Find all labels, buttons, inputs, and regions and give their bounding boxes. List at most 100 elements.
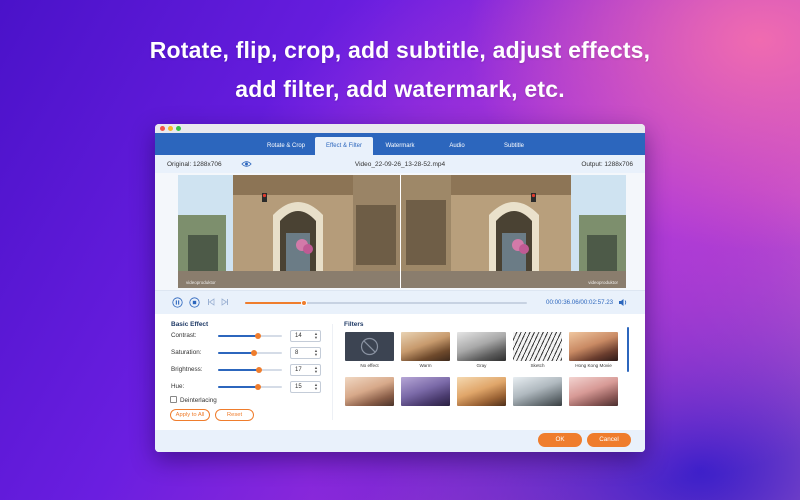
filter-orange[interactable] [457, 377, 506, 406]
saturation-stepper[interactable]: 8 ▲ ▼ [290, 347, 321, 359]
hue-slider[interactable] [218, 384, 282, 390]
next-frame-icon[interactable] [221, 298, 229, 306]
stepper-arrows-icon[interactable]: ▲ ▼ [314, 383, 318, 391]
stepper-arrows-icon[interactable]: ▲ ▼ [314, 366, 318, 374]
seek-handle[interactable] [301, 300, 308, 306]
tab-effect-filter[interactable]: Effect & Filter [315, 137, 373, 155]
seek-bar[interactable] [245, 300, 527, 306]
apply-to-all-button[interactable]: Apply to All [170, 409, 210, 421]
deinterlacing-label: Deinterlacing [180, 397, 217, 404]
saturation-slider[interactable] [218, 350, 282, 356]
headline-line-1: Rotate, flip, crop, add subtitle, adjust… [149, 37, 651, 63]
contrast-slider[interactable] [218, 333, 282, 339]
brightness-slider-handle[interactable] [255, 367, 262, 373]
filter-sketch[interactable]: Sketch [513, 332, 562, 368]
original-preview: videoproduktor [178, 175, 400, 288]
filter-thumbnail [401, 332, 450, 361]
street-scene-image-output [401, 175, 626, 288]
filter-label: Gray [476, 363, 487, 368]
contrast-label: Contrast: [171, 332, 197, 339]
preview-watermark-left: videoproduktor [186, 280, 216, 285]
total-time: 00:02:57.23 [580, 299, 614, 306]
checkbox-icon[interactable] [170, 396, 177, 403]
tab-subtitle[interactable]: Subtitle [490, 137, 538, 155]
filter-no-effect[interactable]: No effect [345, 332, 394, 368]
filter-warm[interactable]: Warm [401, 332, 450, 368]
filter-thumbnail [569, 332, 618, 361]
time-readout: 00:00:36.06/00:02:57.23 [546, 299, 613, 306]
filter-thumbnail [513, 377, 562, 406]
preview-area: videoproduktor videoproduktor [155, 173, 645, 290]
output-resolution: Output: 1288x706 [581, 161, 633, 168]
no-effect-icon [360, 337, 379, 356]
hue-slider-handle[interactable] [254, 384, 261, 390]
brightness-slider-fill [218, 369, 259, 371]
contrast-slider-handle[interactable] [254, 333, 261, 339]
brightness-value: 17 [295, 367, 302, 373]
filter-thumbnail [345, 377, 394, 406]
filter-cool[interactable] [513, 377, 562, 406]
current-time: 00:00:36.06 [546, 299, 579, 306]
cancel-button[interactable]: Cancel [587, 433, 631, 447]
preview-watermark-right: videoproduktor [588, 280, 618, 285]
volume-icon[interactable] [618, 298, 628, 307]
stop-icon[interactable] [189, 297, 200, 308]
filter-thumbnail [513, 332, 562, 361]
filter-gray[interactable]: Gray [457, 332, 506, 368]
tab-watermark[interactable]: Watermark [375, 137, 425, 155]
footer-bar: OK Cancel [155, 430, 645, 452]
saturation-value: 8 [295, 350, 299, 356]
pause-icon[interactable] [172, 297, 183, 308]
brightness-label: Brightness: [171, 366, 203, 373]
filters-title: Filters [344, 321, 364, 328]
tab-audio[interactable]: Audio [435, 137, 479, 155]
headline-line-2: add filter, add watermark, etc. [235, 76, 565, 102]
maximize-window-button[interactable] [176, 126, 181, 131]
filters-scrollbar[interactable] [627, 327, 629, 372]
contrast-row: Contrast: 14 ▲ ▼ [171, 330, 331, 342]
basic-effect-title: Basic Effect [171, 321, 209, 328]
filter-label: Sketch [530, 363, 545, 368]
filter-thumbnail [569, 377, 618, 406]
stepper-arrows-icon[interactable]: ▲ ▼ [314, 332, 318, 340]
player-controls: 00:00:36.06/00:02:57.23 [155, 290, 645, 314]
tab-bar: Rotate & Crop Effect & Filter Watermark … [155, 133, 645, 155]
filter-label: Hong Kong Movie [575, 363, 612, 368]
contrast-stepper[interactable]: 14 ▲ ▼ [290, 330, 321, 342]
reset-button[interactable]: Reset [215, 409, 254, 421]
previous-frame-icon[interactable] [207, 298, 215, 306]
filter-pink[interactable] [569, 377, 618, 406]
hue-value: 15 [295, 384, 302, 390]
output-preview: videoproduktor [400, 175, 626, 288]
hue-slider-fill [218, 386, 258, 388]
close-window-button[interactable] [160, 126, 165, 131]
saturation-slider-handle[interactable] [251, 350, 258, 356]
hue-stepper[interactable]: 15 ▲ ▼ [290, 381, 321, 393]
brightness-slider[interactable] [218, 367, 282, 373]
saturation-label: Saturation: [171, 349, 202, 356]
filter-hong-kong-movie[interactable]: Hong Kong Movie [569, 332, 618, 368]
filter-warm-2[interactable] [345, 377, 394, 406]
ok-button[interactable]: OK [538, 433, 582, 447]
deinterlacing-checkbox[interactable]: Deinterlacing [170, 396, 217, 404]
hue-row: Hue: 15 ▲ ▼ [171, 381, 331, 393]
contrast-value: 14 [295, 333, 302, 339]
filter-label: Warm [419, 363, 432, 368]
filter-label: No effect [360, 363, 379, 368]
filter-thumbnail [457, 332, 506, 361]
effect-panel: Basic Effect Contrast: 14 ▲ ▼ Saturation: … [155, 314, 645, 430]
info-bar: Original: 1288x706 Video_22-09-26_13-28-… [155, 155, 645, 173]
street-scene-image [178, 175, 400, 288]
video-filename: Video_22-09-26_13-28-52.mp4 [354, 161, 446, 168]
filter-thumbnail [457, 377, 506, 406]
editor-window: Rotate & Crop Effect & Filter Watermark … [155, 124, 645, 452]
saturation-slider-fill [218, 352, 255, 354]
filter-purple[interactable] [401, 377, 450, 406]
window-titlebar [155, 124, 645, 133]
brightness-stepper[interactable]: 17 ▲ ▼ [290, 364, 321, 376]
minimize-window-button[interactable] [168, 126, 173, 131]
tab-rotate-crop[interactable]: Rotate & Crop [255, 137, 317, 155]
stepper-arrows-icon[interactable]: ▲ ▼ [314, 349, 318, 357]
saturation-row: Saturation: 8 ▲ ▼ [171, 347, 331, 359]
hue-label: Hue: [171, 383, 185, 390]
